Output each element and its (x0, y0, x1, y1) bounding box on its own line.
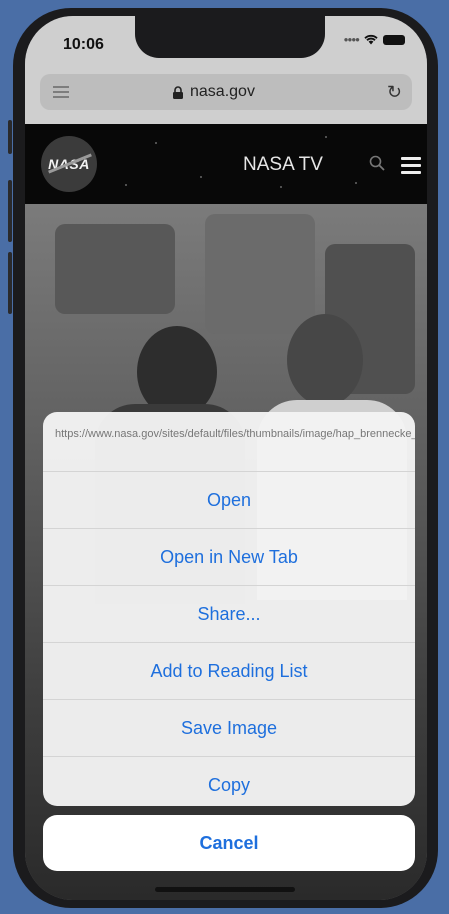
reader-icon[interactable] (53, 86, 69, 98)
url-text[interactable]: nasa.gov (190, 83, 255, 101)
side-button (8, 120, 12, 154)
browser-toolbar: nasa.gov ↻ (25, 64, 427, 124)
nasa-tv-title[interactable]: NASA TV (243, 154, 323, 176)
site-header: NASA NASA TV (25, 124, 427, 204)
menu-icon[interactable] (401, 157, 421, 178)
phone-frame: 10:06 ●●●● nasa.gov ↻ NASA TV https://ww… (8, 8, 438, 908)
search-icon[interactable] (369, 155, 385, 171)
signal-icon: ●●●● (343, 35, 360, 44)
volume-down-button (8, 252, 12, 314)
volume-up-button (8, 180, 12, 242)
status-time: 10:06 (63, 36, 104, 53)
screen: 10:06 ●●●● nasa.gov ↻ NASA TV https://ww… (25, 16, 427, 900)
battery-icon (383, 34, 405, 45)
home-indicator[interactable] (155, 887, 295, 892)
address-bar[interactable]: nasa.gov ↻ (40, 74, 412, 110)
wifi-icon (364, 34, 378, 45)
open-in-new-tab-button[interactable]: Open in New Tab (43, 529, 415, 586)
action-sheet-url: https://www.nasa.gov/sites/default/files… (43, 412, 415, 472)
hero-machine-left (55, 224, 175, 314)
nasa-logo[interactable]: NASA (41, 136, 97, 192)
add-to-reading-list-button[interactable]: Add to Reading List (43, 643, 415, 700)
status-bar: 10:06 ●●●● (25, 16, 427, 64)
open-button[interactable]: Open (43, 472, 415, 529)
save-image-button[interactable]: Save Image (43, 700, 415, 757)
hero-machine-center (205, 214, 315, 334)
reload-icon[interactable]: ↻ (387, 82, 402, 103)
lock-icon (173, 86, 183, 99)
notch (135, 16, 325, 58)
cancel-button[interactable]: Cancel (43, 815, 415, 871)
hero-person-right-head (287, 314, 363, 406)
copy-button[interactable]: Copy (43, 757, 415, 806)
status-icons: ●●●● (344, 34, 405, 45)
action-sheet: https://www.nasa.gov/sites/default/files… (43, 412, 415, 806)
share-button[interactable]: Share... (43, 586, 415, 643)
